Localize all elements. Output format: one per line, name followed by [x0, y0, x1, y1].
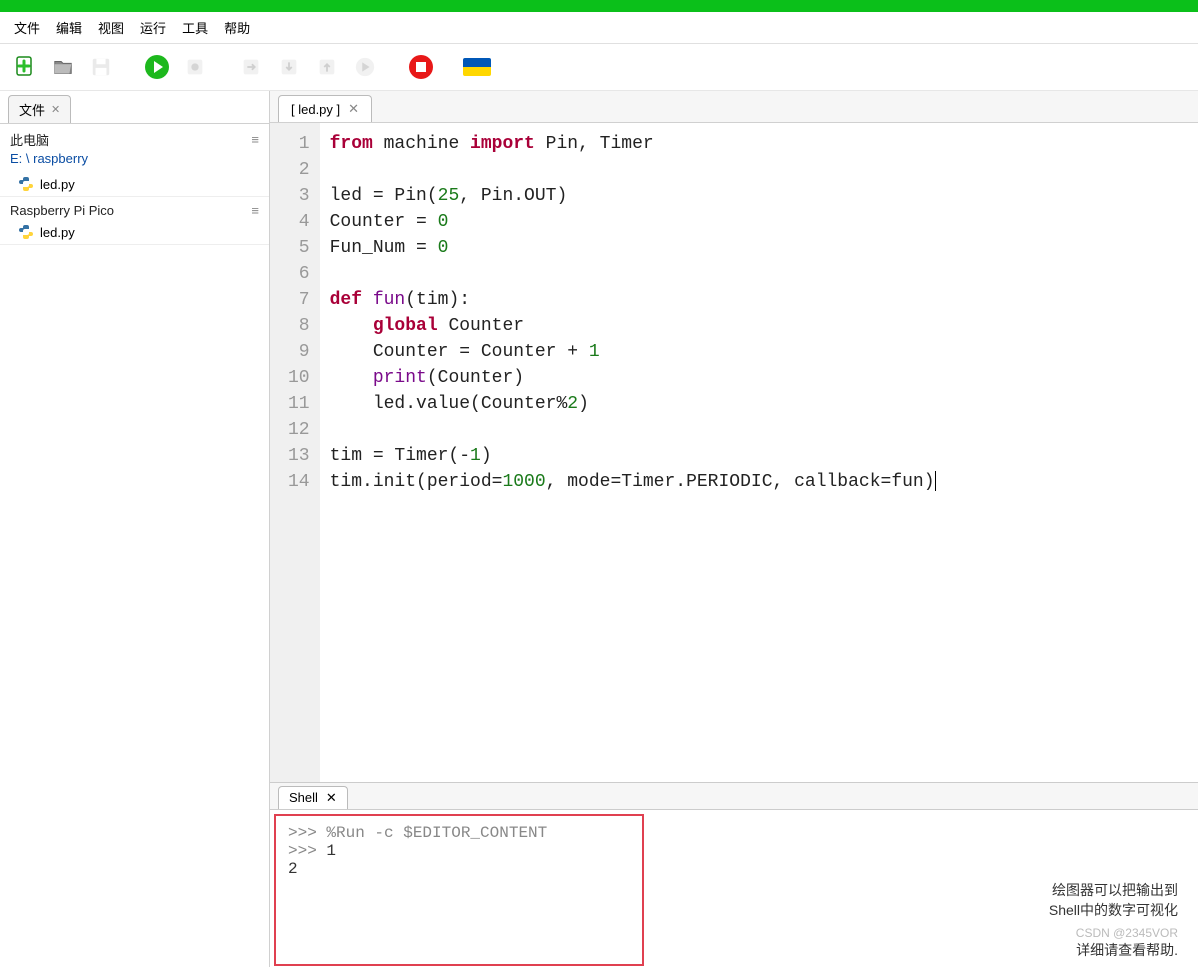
menubar: 文件 编辑 视图 运行 工具 帮助 [0, 12, 1198, 44]
close-icon[interactable]: ✕ [326, 790, 337, 806]
watermark: CSDN @2345VOR [668, 926, 1178, 940]
python-file-icon [18, 176, 34, 192]
file-list: 此电脑 ≡ E: \ raspberry led.py [0, 124, 269, 967]
toolbar [0, 44, 1198, 91]
filegroup-title: 此电脑 [10, 130, 49, 149]
editor-tab-label: [ led.py ] [291, 102, 340, 117]
menu-tools[interactable]: 工具 [176, 16, 214, 39]
app-window: 文件 编辑 视图 运行 工具 帮助 [0, 0, 1198, 967]
file-name: led.py [40, 225, 75, 240]
menu-file[interactable]: 文件 [8, 16, 46, 39]
menu-help[interactable]: 帮助 [218, 16, 256, 39]
resume-button[interactable] [350, 52, 380, 82]
menu-icon[interactable]: ≡ [251, 203, 259, 218]
menu-icon[interactable]: ≡ [251, 132, 259, 147]
bottom-pane: Shell ✕ >>> %Run -c $EDITOR_CONTENT>>> 1… [270, 782, 1198, 967]
shell-tab[interactable]: Shell ✕ [278, 786, 348, 809]
file-item[interactable]: led.py [0, 220, 269, 244]
debug-button[interactable] [180, 52, 210, 82]
save-button[interactable] [86, 52, 116, 82]
step-into-button[interactable] [274, 52, 304, 82]
titlebar [0, 0, 1198, 12]
file-item[interactable]: led.py [0, 172, 269, 196]
info-line: 详细请查看帮助. [668, 940, 1178, 960]
filegroup-path[interactable]: E: \ raspberry [0, 151, 269, 172]
stop-button[interactable] [406, 52, 436, 82]
sidebar: 文件 ✕ 此电脑 ≡ E: \ raspberry [0, 91, 270, 967]
close-icon[interactable]: ✕ [51, 103, 60, 116]
info-line: 绘图器可以把输出到 [668, 880, 1178, 900]
step-over-button[interactable] [236, 52, 266, 82]
filegroup-title: Raspberry Pi Pico [10, 203, 114, 218]
step-out-button[interactable] [312, 52, 342, 82]
code-area[interactable]: from machine import Pin, Timer led = Pin… [320, 123, 936, 782]
workarea: 文件 ✕ 此电脑 ≡ E: \ raspberry [0, 91, 1198, 967]
menu-run[interactable]: 运行 [134, 16, 172, 39]
shell-tab-label: Shell [289, 790, 318, 806]
ukraine-flag-icon [463, 58, 491, 76]
menu-edit[interactable]: 编辑 [50, 16, 88, 39]
support-ukraine-button[interactable] [462, 52, 492, 82]
info-pane: 绘图器可以把输出到 Shell中的数字可视化 CSDN @2345VOR 详细请… [648, 810, 1198, 967]
main-pane: [ led.py ] ✕ 1234567891011121314 from ma… [270, 91, 1198, 967]
line-gutter: 1234567891011121314 [270, 123, 320, 782]
run-button[interactable] [142, 52, 172, 82]
sidebar-tab-files[interactable]: 文件 ✕ [8, 95, 71, 123]
menu-view[interactable]: 视图 [92, 16, 130, 39]
open-file-button[interactable] [48, 52, 78, 82]
sidebar-tab-label: 文件 [19, 100, 45, 119]
shell-output[interactable]: >>> %Run -c $EDITOR_CONTENT>>> 1 2 [274, 814, 644, 966]
python-file-icon [18, 224, 34, 240]
close-icon[interactable]: ✕ [348, 101, 359, 117]
info-line: Shell中的数字可视化 [668, 900, 1178, 920]
code-editor[interactable]: 1234567891011121314 from machine import … [270, 123, 1198, 782]
editor-tab[interactable]: [ led.py ] ✕ [278, 95, 372, 122]
file-name: led.py [40, 177, 75, 192]
new-file-button[interactable] [10, 52, 40, 82]
